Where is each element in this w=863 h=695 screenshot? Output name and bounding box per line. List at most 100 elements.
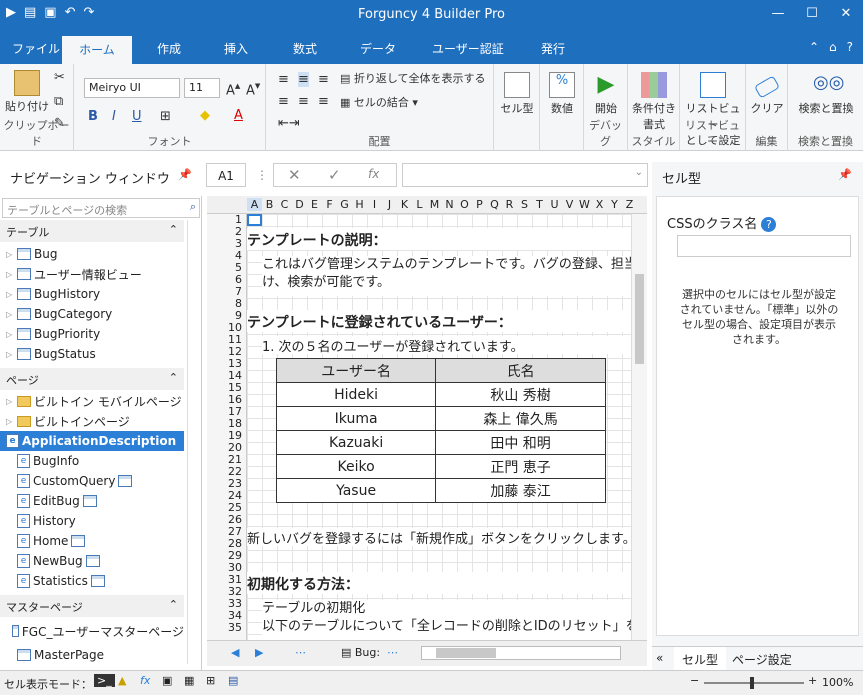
scroll-thumb[interactable]: [635, 274, 644, 364]
function-icon[interactable]: fx: [368, 167, 379, 181]
tab-page-settings[interactable]: ページ設定: [732, 651, 792, 668]
zoom-slider[interactable]: [704, 677, 804, 689]
align-left-icon[interactable]: ≡: [278, 94, 289, 109]
row-label[interactable]: 35: [228, 622, 242, 634]
column-label[interactable]: X: [592, 198, 607, 211]
column-label[interactable]: K: [397, 198, 412, 211]
validation-icon[interactable]: ▲: [118, 674, 126, 687]
start-button[interactable]: ▶ 開始: [586, 72, 626, 116]
cut-icon[interactable]: ✂: [54, 70, 65, 85]
page-mode-icon[interactable]: ▤: [228, 674, 238, 687]
indent-icon[interactable]: ⇤⇥: [278, 116, 300, 131]
font-color-icon[interactable]: A: [234, 108, 243, 123]
pin-icon[interactable]: 📌: [838, 168, 852, 181]
bold-icon[interactable]: B: [88, 109, 98, 124]
horizontal-scrollbar[interactable]: [421, 646, 621, 660]
page-item[interactable]: e Statistics: [6, 571, 184, 591]
align-top-icon[interactable]: ≡: [278, 72, 289, 87]
search-icon[interactable]: ⌕: [190, 200, 196, 214]
conditional-format-button[interactable]: 条件付き 書式: [630, 72, 678, 132]
more-sheets-icon[interactable]: ⋯: [295, 646, 306, 659]
prev-sheet-icon[interactable]: ◀: [231, 646, 239, 659]
maximize-icon[interactable]: ☐: [795, 0, 829, 30]
celltype-button[interactable]: セル型: [496, 72, 538, 116]
table-item[interactable]: ▷ BugStatus: [6, 344, 184, 364]
column-label[interactable]: H: [352, 198, 367, 211]
tab-insert[interactable]: 挿入: [224, 40, 248, 57]
align-center-icon[interactable]: ≡: [298, 94, 309, 109]
collapse-pane-icon[interactable]: «: [656, 651, 663, 665]
grow-font-icon[interactable]: A▴: [226, 79, 240, 98]
tab-publish[interactable]: 発行: [541, 40, 565, 57]
home-icon[interactable]: ⌂: [829, 40, 837, 54]
column-label[interactable]: J: [382, 198, 397, 211]
column-label[interactable]: S: [517, 198, 532, 211]
help-icon[interactable]: ?: [761, 217, 777, 232]
nav-search-input[interactable]: テーブルとページの検索 ⌕: [2, 198, 200, 218]
number-button[interactable]: % 数値: [542, 72, 582, 116]
page-item[interactable]: e CustomQuery: [6, 471, 184, 491]
column-label[interactable]: U: [547, 198, 562, 211]
column-label[interactable]: V: [562, 198, 577, 211]
find-replace-button[interactable]: ◎◎ 検索と置換: [792, 72, 860, 116]
page-item[interactable]: e History: [6, 511, 184, 531]
column-label[interactable]: Z: [622, 198, 637, 211]
vertical-scrollbar[interactable]: [631, 214, 647, 640]
column-label[interactable]: I: [367, 198, 382, 211]
column-label[interactable]: W: [577, 198, 592, 211]
column-label[interactable]: F: [322, 198, 337, 211]
celltype-mode-icon[interactable]: ▣: [162, 674, 172, 687]
section-tables[interactable]: テーブル ⌃: [0, 220, 184, 242]
cell-ref-box[interactable]: A1: [206, 163, 246, 187]
table-item[interactable]: ▷ BugHistory: [6, 284, 184, 304]
column-label[interactable]: Q: [487, 198, 502, 211]
align-middle-icon[interactable]: ≡: [298, 72, 309, 87]
sheet-tab[interactable]: ▤ Bug:: [341, 646, 380, 659]
column-label[interactable]: Y: [607, 198, 622, 211]
master-item[interactable]: FGC_ユーザーマスターページ: [6, 621, 184, 641]
terminal-icon[interactable]: >_: [94, 674, 115, 687]
folder-item[interactable]: ▷ ビルトインページ: [6, 411, 184, 431]
clear-button[interactable]: クリア: [748, 72, 786, 116]
page-item-selected[interactable]: e ApplicationDescription: [0, 431, 184, 451]
section-master-pages[interactable]: マスターページ ⌃: [0, 595, 184, 617]
column-label[interactable]: C: [277, 198, 292, 211]
tab-home[interactable]: ホーム: [62, 36, 132, 64]
folder-item[interactable]: ▷ ビルトイン モバイルページ: [6, 391, 184, 411]
underline-icon[interactable]: U: [132, 109, 142, 124]
font-size-select[interactable]: 11: [184, 78, 220, 98]
align-right-icon[interactable]: ≡: [318, 94, 329, 109]
column-label[interactable]: B: [262, 198, 277, 211]
tab-formula[interactable]: 数式: [293, 40, 317, 57]
more-icon[interactable]: ⋯: [387, 646, 398, 659]
tab-create[interactable]: 作成: [157, 40, 181, 57]
table-item[interactable]: ▷ ユーザー情報ビュー: [6, 264, 184, 284]
column-label[interactable]: M: [427, 198, 442, 211]
close-icon[interactable]: ✕: [829, 0, 863, 30]
page-item[interactable]: e EditBug: [6, 491, 184, 511]
master-item[interactable]: MasterPage: [6, 645, 184, 665]
column-label[interactable]: R: [502, 198, 517, 211]
table-item[interactable]: ▷ Bug: [6, 244, 184, 264]
column-label[interactable]: G: [337, 198, 352, 211]
page-item[interactable]: e Home: [6, 531, 184, 551]
fill-color-icon[interactable]: ◆: [200, 108, 210, 123]
column-label[interactable]: A: [247, 198, 262, 211]
tab-data[interactable]: データ: [360, 40, 396, 57]
copy-icon[interactable]: ⧉: [54, 94, 63, 109]
column-label[interactable]: D: [292, 198, 307, 211]
formula-icon[interactable]: fx: [140, 674, 150, 687]
page-item[interactable]: e NewBug: [6, 551, 184, 571]
next-sheet-icon[interactable]: ▶: [255, 646, 263, 659]
border-icon[interactable]: ⊞: [160, 109, 171, 124]
minimize-icon[interactable]: —: [761, 0, 795, 30]
column-label[interactable]: P: [472, 198, 487, 211]
cancel-icon[interactable]: ✕: [288, 166, 301, 184]
css-class-input[interactable]: [677, 235, 851, 257]
zoom-out-icon[interactable]: −: [690, 674, 699, 687]
merge-cells-button[interactable]: ▦ セルの結合 ▾: [340, 94, 418, 110]
binding-mode-icon[interactable]: ⊞: [206, 674, 215, 687]
zoom-in-icon[interactable]: +: [808, 674, 817, 687]
tab-auth[interactable]: ユーザー認証: [432, 40, 504, 57]
nav-scrollbar[interactable]: [187, 220, 199, 664]
